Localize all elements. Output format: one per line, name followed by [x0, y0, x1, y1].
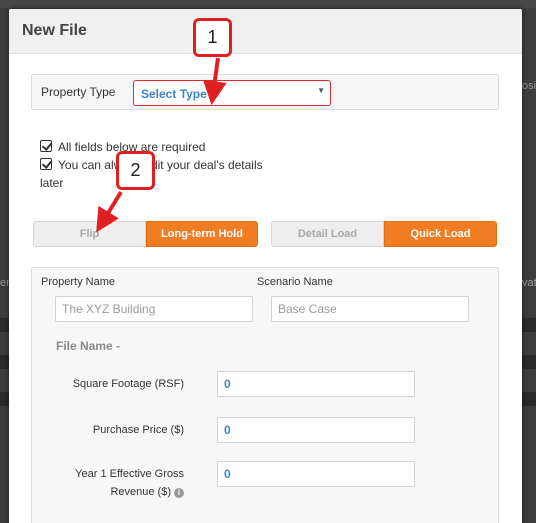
file-name-label: File Name -: [56, 339, 121, 353]
callout-2: 2: [116, 151, 155, 190]
purchase-price-input[interactable]: [217, 417, 415, 443]
background-text: osit: [522, 80, 536, 92]
modal-title: New File: [22, 22, 87, 39]
flip-button[interactable]: Flip: [33, 221, 146, 247]
new-file-modal: New File Property Type Select Type ▼ All…: [9, 9, 522, 523]
property-type-row: Property Type Select Type ▼: [31, 74, 499, 110]
detail-load-button[interactable]: Detail Load: [271, 221, 384, 247]
load-toggle: Detail Load Quick Load: [271, 221, 497, 247]
property-form-panel: Property Name Scenario Name File Name - …: [31, 267, 499, 523]
purchase-price-label: Purchase Price ($): [92, 424, 184, 436]
scenario-name-input[interactable]: [271, 296, 469, 322]
modal-header: New File: [9, 9, 522, 54]
check-square-icon: [40, 140, 52, 152]
check-square-icon: [40, 158, 52, 170]
note-text: You can always edit your deal's details: [58, 158, 263, 172]
egr-label-line2: Revenue ($): [110, 486, 171, 498]
egr-label-line1: Year 1 Effective Gross: [75, 468, 184, 480]
egr-input[interactable]: [217, 461, 415, 487]
note-edit-later-cont: later: [40, 176, 64, 190]
background-text: vat: [522, 277, 536, 289]
strategy-toggle: Flip Long-term Hold: [33, 221, 258, 247]
quick-load-button[interactable]: Quick Load: [384, 221, 497, 247]
property-name-label: Property Name: [41, 276, 115, 288]
background-header-strip: [0, 0, 536, 8]
property-type-selected: Select Type: [141, 87, 207, 101]
callout-1: 1: [193, 18, 232, 57]
property-name-input[interactable]: [55, 296, 253, 322]
square-footage-label: Square Footage (RSF): [72, 378, 184, 390]
square-footage-input[interactable]: [217, 371, 415, 397]
property-type-select[interactable]: Select Type ▼: [133, 80, 331, 106]
chevron-down-icon: ▼: [317, 86, 325, 95]
egr-label: Year 1 Effective Gross Revenue ($) i: [34, 465, 184, 501]
property-type-label: Property Type: [41, 85, 116, 99]
info-circle-icon[interactable]: i: [174, 488, 184, 498]
scenario-name-label: Scenario Name: [257, 276, 333, 288]
long-term-hold-button[interactable]: Long-term Hold: [146, 221, 258, 247]
